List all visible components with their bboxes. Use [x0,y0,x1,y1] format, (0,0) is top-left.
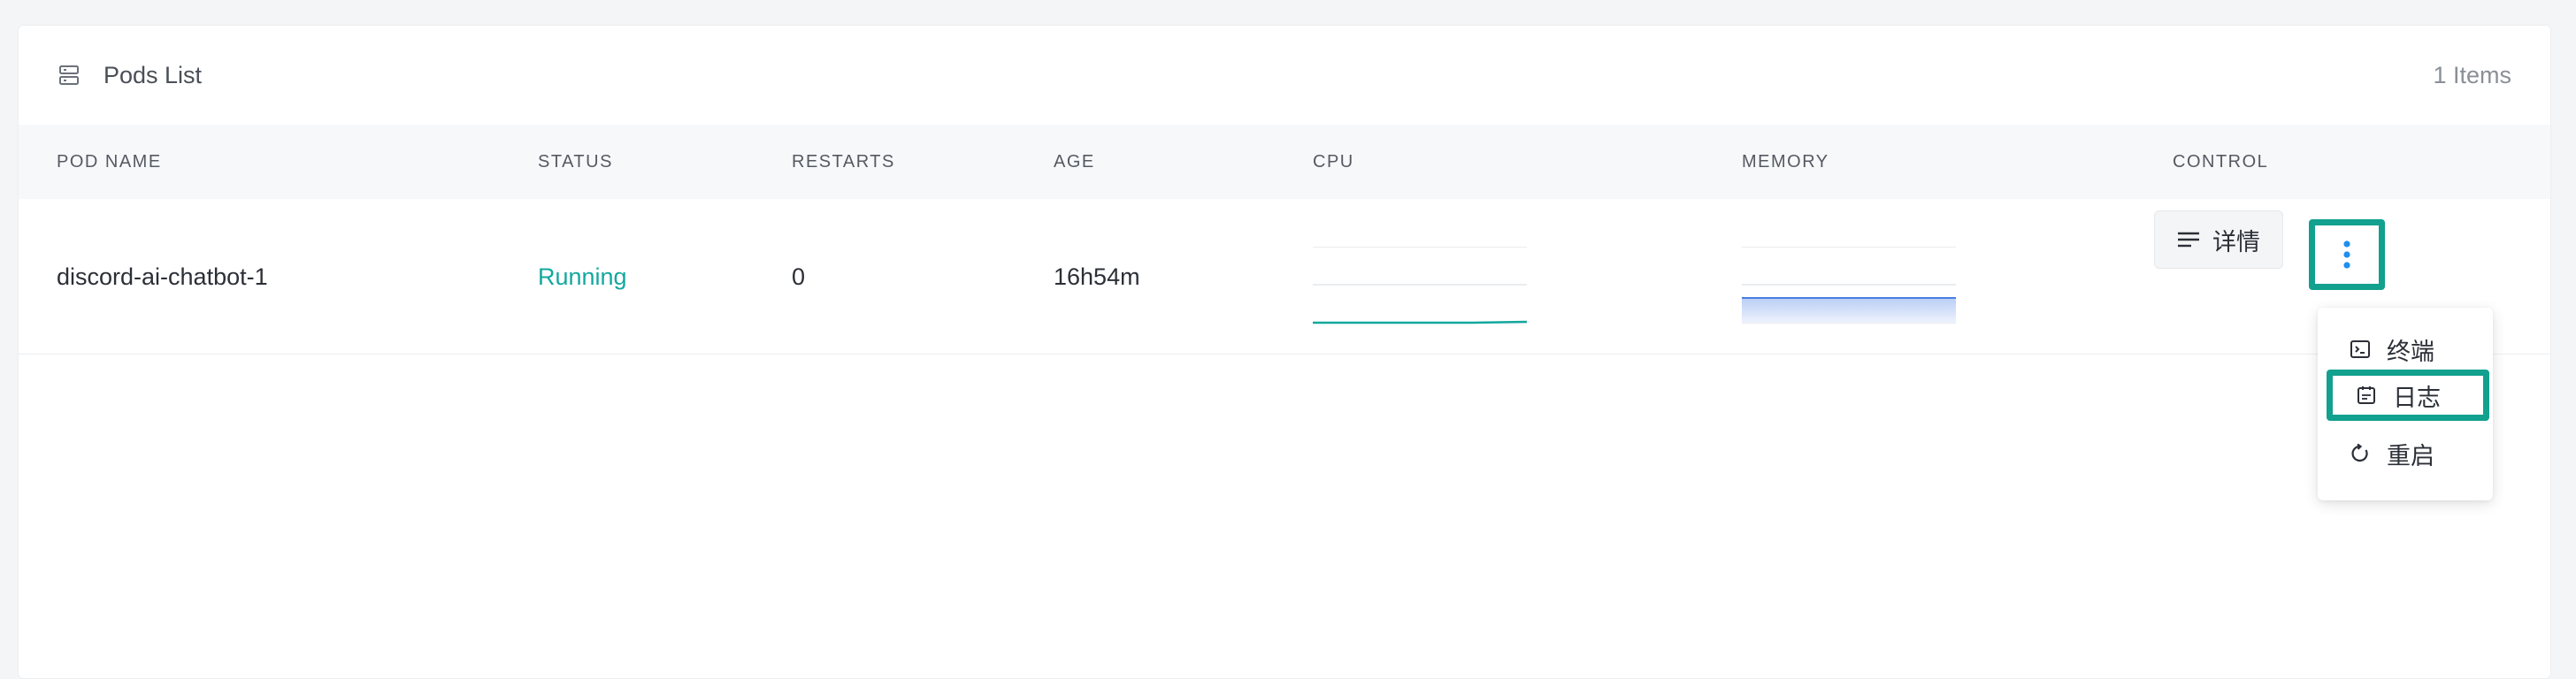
lines-icon [2178,232,2199,248]
menu-item-logs[interactable]: 日志 [2327,370,2489,421]
age-cell: 16h54m [1054,263,1140,290]
status-badge: Running [538,263,627,290]
more-actions-button[interactable] [2309,219,2385,290]
log-calendar-icon [2358,386,2375,404]
menu-item-label: 日志 [2393,384,2441,411]
menu-item-restart[interactable]: 重启 [2318,428,2493,479]
panel-title: Pods List [104,61,203,88]
vertical-ellipsis-icon [2343,240,2350,269]
items-count: 1 Items [2433,61,2511,88]
header-memory[interactable]: MEMORY [1742,125,1829,199]
table-header: POD NAME STATUS RESTARTS AGE CPU MEMORY … [19,125,2550,199]
server-stack-icon [59,65,79,85]
detail-button-label: 详情 [2212,228,2260,256]
pod-name-cell[interactable]: discord-ai-chatbot-1 [57,199,268,355]
cpu-sparkline [1313,247,1527,324]
header-control: CONTROL [2173,152,2269,172]
header-cpu[interactable]: CPU [1313,125,1354,199]
memory-sparkline [1742,247,1956,324]
header-age[interactable]: AGE [1054,125,1095,199]
detail-button[interactable]: 详情 [2154,210,2283,269]
terminal-icon [2350,340,2370,358]
header-status[interactable]: STATUS [538,125,613,199]
restarts-cell: 0 [792,263,806,290]
header-pod-name[interactable]: POD NAME [57,125,162,199]
menu-item-label: 终端 [2387,338,2434,365]
pods-list-panel: Pods List 1 Items POD NAME STATUS RESTAR… [18,25,2551,679]
menu-item-terminal[interactable]: 终端 [2318,324,2493,375]
actions-dropdown-menu: 终端 日志 重启 [2318,308,2493,500]
panel-header: Pods List 1 Items [19,26,2550,125]
menu-item-label: 重启 [2387,442,2434,469]
restart-icon [2351,443,2368,462]
header-restarts[interactable]: RESTARTS [792,125,895,199]
